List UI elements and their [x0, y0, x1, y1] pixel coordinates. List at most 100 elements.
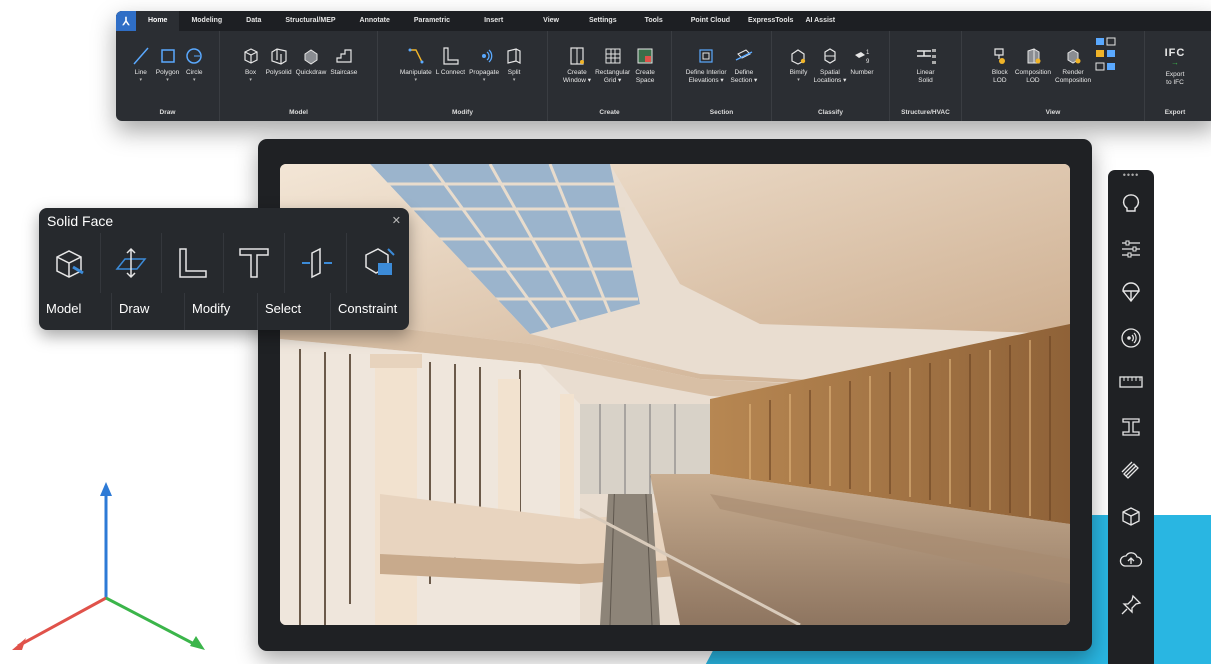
export-to-ifc-label: Export to IFC — [1165, 71, 1185, 86]
create-window-label: Create Window ▾ — [562, 69, 592, 84]
spatial-locations-button[interactable]: Spatial Locations ▾ — [813, 45, 846, 85]
cloud-upload-icon — [1119, 552, 1143, 567]
parachute-button[interactable] — [1108, 271, 1154, 316]
lightbulb-icon — [1122, 194, 1140, 212]
staircase-button[interactable]: Staircase — [330, 45, 357, 83]
constraint-tool-button[interactable] — [347, 233, 409, 293]
line-dropdown-icon[interactable]: ▾ — [139, 77, 142, 83]
tab-ai-assist[interactable]: AI Assist — [799, 11, 841, 31]
line-icon — [130, 45, 152, 67]
tab-settings[interactable]: Settings — [577, 11, 629, 31]
propagate-dropdown-icon[interactable]: ▾ — [483, 77, 486, 83]
define-interior-elevations-label: Define Interior Elevations ▾ — [685, 69, 727, 84]
tab-expresstools[interactable]: ExpressTools — [742, 11, 799, 31]
split-button[interactable]: Split ▾ — [503, 45, 525, 83]
t-shape-icon — [239, 248, 269, 278]
ribbon-tab-bar: ⅄ Home Modeling Data Structural/MEP Anno… — [116, 11, 1211, 31]
circle-dropdown-icon[interactable]: ▾ — [193, 77, 196, 83]
modify-l-tool-button[interactable] — [162, 233, 224, 293]
define-interior-elevations-button[interactable]: Define Interior Elevations ▾ — [686, 45, 727, 85]
define-section-button[interactable]: Define Section ▾ — [731, 45, 757, 85]
app-logo-icon[interactable]: ⅄ — [116, 11, 136, 31]
tab-tools[interactable]: Tools — [629, 11, 679, 31]
create-space-label: Create Space — [635, 69, 655, 84]
linear-solid-button[interactable]: Linear Solid — [915, 45, 937, 85]
block-lod-button[interactable]: Block LOD — [989, 45, 1011, 85]
tab-parametric[interactable]: Parametric — [402, 11, 462, 31]
tab-annotate[interactable]: Annotate — [348, 11, 402, 31]
propagate-icon — [1121, 328, 1141, 348]
space-icon — [634, 45, 656, 67]
cloud-upload-button[interactable] — [1108, 538, 1154, 583]
x-axis-arrow-icon — [12, 638, 26, 650]
export-arrow-icon: → — [1171, 58, 1179, 67]
polygon-icon — [157, 45, 179, 67]
number-button[interactable]: 19 Number — [850, 45, 873, 85]
polygon-label: Polygon — [155, 69, 180, 76]
ifc-icon: IFC → — [1160, 45, 1190, 69]
quickdraw-button[interactable]: Quickdraw — [295, 45, 327, 83]
constraint-icon — [365, 248, 395, 275]
polygon-button[interactable]: Polygon ▾ — [155, 45, 180, 83]
layers-icon — [1121, 461, 1139, 480]
manipulate-button[interactable]: Manipulate ▾ — [400, 45, 432, 83]
section-icon — [733, 45, 755, 67]
select-face-tool-button[interactable] — [285, 233, 347, 293]
sliders-button[interactable] — [1108, 227, 1154, 272]
cube-button[interactable] — [1108, 494, 1154, 539]
polysolid-button[interactable]: Polysolid — [266, 45, 292, 83]
modify-t-tool-button[interactable] — [224, 233, 286, 293]
tab-structural-mep[interactable]: Structural/MEP — [273, 11, 347, 31]
quickdraw-label: Quickdraw — [295, 69, 327, 76]
split-dropdown-icon[interactable]: ▾ — [513, 77, 516, 83]
tab-data[interactable]: Data — [234, 11, 273, 31]
composition-lod-button[interactable]: Composition LOD — [1015, 45, 1051, 85]
toolbar-grip[interactable]: •••• — [1108, 170, 1154, 182]
composition-lod-label: Composition LOD — [1014, 69, 1051, 84]
box-dropdown-icon[interactable]: ▾ — [249, 77, 252, 83]
svg-text:9: 9 — [866, 59, 870, 65]
rectangular-grid-label: Rectangular Grid ▾ — [595, 69, 631, 84]
tab-modeling[interactable]: Modeling — [179, 11, 234, 31]
layers-button[interactable] — [1108, 449, 1154, 494]
i-beam-icon — [1122, 418, 1140, 436]
tab-home[interactable]: Home — [136, 11, 180, 31]
panel-view: Block LOD Composition LOD Render Composi… — [962, 31, 1145, 121]
draw-tool-button[interactable] — [101, 233, 163, 293]
tab-insert[interactable]: Insert — [462, 11, 525, 31]
box-button[interactable]: Box ▾ — [240, 45, 262, 83]
polygon-dropdown-icon[interactable]: ▾ — [166, 77, 169, 83]
propagate-sidebar-button[interactable] — [1108, 316, 1154, 361]
l-connect-button[interactable]: L Connect — [436, 45, 465, 83]
propagate-button[interactable]: Propagate ▾ — [469, 45, 499, 83]
solid-face-label-model: Model — [39, 293, 112, 330]
export-to-ifc-button[interactable]: IFC → Export to IFC — [1160, 45, 1190, 87]
panel-title-modify: Modify — [452, 109, 473, 116]
create-window-button[interactable]: Create Window ▾ — [563, 45, 591, 85]
ruler-button[interactable] — [1108, 360, 1154, 405]
i-beam-button[interactable] — [1108, 405, 1154, 450]
create-space-button[interactable]: Create Space — [634, 45, 656, 85]
sliders-icon — [1122, 240, 1140, 258]
l-connect-icon — [439, 45, 461, 67]
bimify-dropdown-icon[interactable]: ▾ — [797, 77, 800, 83]
solid-face-label-constraint: Constraint — [338, 301, 398, 316]
manipulate-dropdown-icon[interactable]: ▾ — [415, 77, 418, 83]
box-label: Box — [244, 69, 257, 76]
y-axis-arrow-icon — [190, 636, 205, 650]
model-tool-button[interactable] — [39, 233, 101, 293]
tab-view[interactable]: View — [525, 11, 577, 31]
plane-move-icon — [115, 247, 147, 279]
bimify-button[interactable]: Bimify ▾ — [787, 45, 809, 85]
circle-button[interactable]: Circle ▾ — [183, 45, 205, 83]
rectangular-grid-button[interactable]: Rectangular Grid ▾ — [595, 45, 630, 85]
render-composition-button[interactable]: Render Composition — [1055, 45, 1091, 85]
pin-button[interactable] — [1108, 583, 1154, 628]
lightbulb-button[interactable] — [1108, 182, 1154, 227]
polysolid-icon — [268, 45, 290, 67]
close-icon[interactable]: ✕ — [392, 214, 401, 227]
view-options-grid-button[interactable] — [1095, 37, 1117, 85]
line-button[interactable]: Line ▾ — [130, 45, 152, 83]
tab-point-cloud[interactable]: Point Cloud — [679, 11, 742, 31]
number-icon: 19 — [851, 45, 873, 67]
